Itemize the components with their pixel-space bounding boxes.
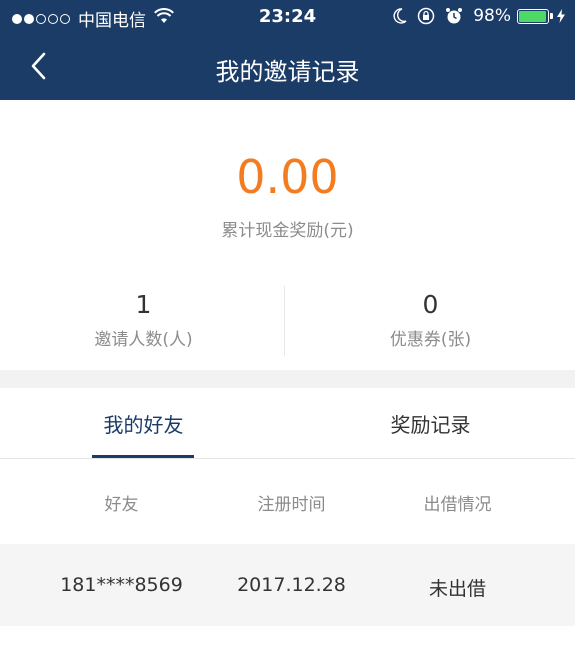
nav-bar: 我的邀请记录: [0, 36, 575, 100]
stat-divider: [284, 286, 285, 356]
tab-bar: 我的好友 奖励记录: [0, 388, 575, 459]
invite-count-stat: 1 邀请人数(人): [0, 290, 287, 350]
invite-count-value: 1: [135, 290, 152, 319]
coupon-count-stat: 0 优惠券(张): [287, 290, 574, 350]
status-bar: 中国电信 23:24 98%: [0, 0, 575, 36]
column-header-lending-status: 出借情况: [423, 495, 492, 515]
column-header-register-time: 注册时间: [257, 495, 326, 515]
coupon-count-value: 0: [422, 290, 439, 319]
charging-bolt-icon: [557, 9, 565, 23]
coupon-count-label: 优惠券(张): [389, 330, 472, 350]
battery-icon: [517, 8, 549, 24]
page-title: 我的邀请记录: [215, 58, 360, 86]
battery-cap: [550, 13, 553, 19]
table-row[interactable]: 181****8569 2017.12.28 未出借: [0, 544, 575, 626]
status-right: 98%: [383, 6, 565, 26]
tab-reward-records[interactable]: 奖励记录: [287, 388, 574, 458]
lending-status: 未出借: [428, 578, 486, 600]
section-gap: [0, 370, 575, 388]
table-header: 好友 注册时间 出借情况: [0, 460, 575, 544]
reward-summary: 0.00 累计现金奖励(元) 1 邀请人数(人) 0 优惠券(张): [0, 100, 575, 370]
battery-percent: 98%: [473, 6, 511, 26]
register-date: 2017.12.28: [237, 574, 346, 596]
friend-phone: 181****8569: [60, 574, 183, 596]
list-bottom: [0, 626, 575, 654]
rotation-lock-icon: [417, 7, 435, 25]
moon-icon: [393, 8, 407, 24]
tab-my-friends[interactable]: 我的好友: [0, 388, 287, 458]
total-reward-label: 累计现金奖励(元): [221, 221, 354, 241]
battery-fill: [519, 10, 547, 22]
total-reward-value: 0.00: [236, 150, 339, 204]
column-header-friend: 好友: [104, 495, 139, 515]
active-tab-indicator: [92, 455, 194, 458]
invite-count-label: 邀请人数(人): [94, 330, 193, 350]
alarm-icon: [445, 7, 463, 25]
